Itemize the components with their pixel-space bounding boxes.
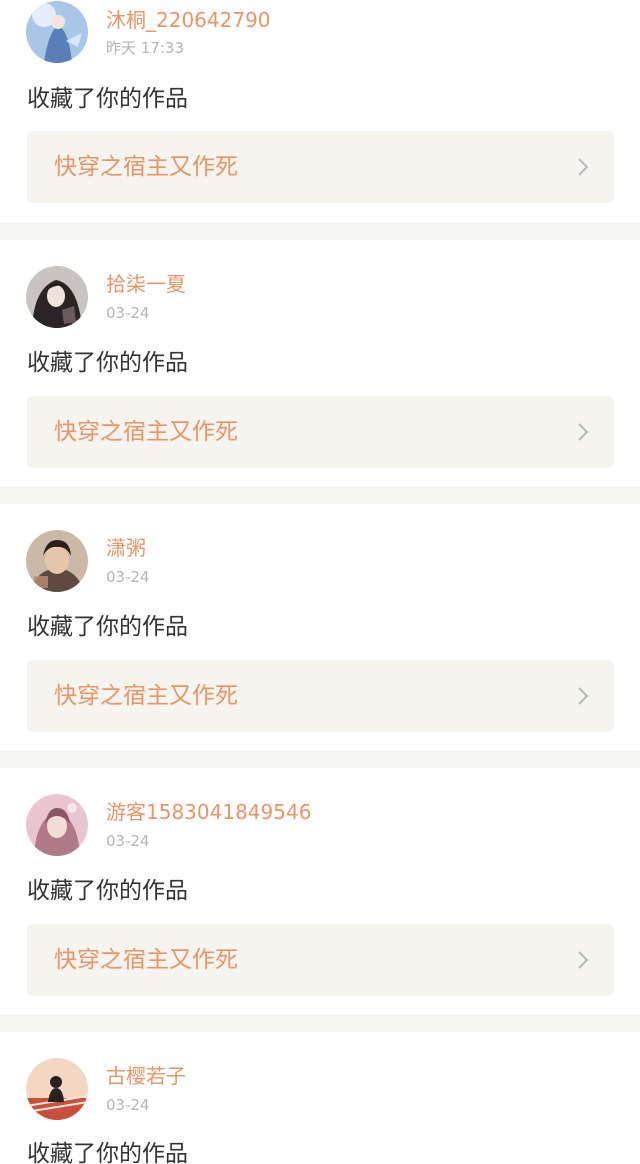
timestamp: 03-24 — [106, 832, 150, 850]
chevron-right-icon — [576, 157, 590, 177]
chevron-right-icon — [576, 422, 590, 442]
notification-card: 拾柒一夏 03-24 收藏了你的作品 快穿之宿主又作死 — [0, 240, 640, 486]
timestamp: 03-24 — [106, 568, 150, 586]
username[interactable]: 游客1583041849546 — [106, 800, 311, 824]
work-title: 快穿之宿主又作死 — [54, 683, 238, 709]
work-title: 快穿之宿主又作死 — [54, 419, 238, 445]
avatar-pink-portrait-icon[interactable] — [26, 794, 88, 856]
notification-card: 潇粥 03-24 收藏了你的作品 快穿之宿主又作死 — [0, 504, 640, 750]
work-link[interactable]: 快穿之宿主又作死 — [27, 131, 614, 203]
action-text: 收藏了你的作品 — [27, 878, 188, 904]
timestamp: 昨天 17:33 — [106, 39, 184, 57]
avatar-silhouette-scene-icon[interactable] — [26, 1058, 88, 1120]
chevron-right-icon — [576, 950, 590, 970]
username[interactable]: 拾柒一夏 — [106, 272, 186, 296]
work-link[interactable]: 快穿之宿主又作死 — [27, 396, 614, 468]
chevron-right-icon — [576, 686, 590, 706]
timestamp: 03-24 — [106, 1096, 150, 1114]
work-link[interactable]: 快穿之宿主又作死 — [27, 924, 614, 996]
username[interactable]: 沐桐_220642790 — [106, 8, 271, 32]
notification-card: 沐桐_220642790 昨天 17:33 收藏了你的作品 快穿之宿主又作死 — [0, 0, 640, 222]
username[interactable]: 古樱若子 — [106, 1064, 186, 1088]
action-text: 收藏了你的作品 — [27, 350, 188, 376]
notification-card: 游客1583041849546 03-24 收藏了你的作品 快穿之宿主又作死 — [0, 768, 640, 1014]
action-text: 收藏了你的作品 — [27, 614, 188, 640]
timestamp: 03-24 — [106, 304, 150, 322]
avatar-boy-photo-icon[interactable] — [26, 530, 88, 592]
action-text: 收藏了你的作品 — [27, 86, 188, 112]
username[interactable]: 潇粥 — [106, 536, 146, 560]
avatar-anime-figure-icon[interactable] — [26, 1, 88, 63]
work-title: 快穿之宿主又作死 — [54, 154, 238, 180]
work-title: 快穿之宿主又作死 — [54, 947, 238, 973]
notification-card: 古樱若子 03-24 收藏了你的作品 — [0, 1032, 640, 1164]
action-text: 收藏了你的作品 — [27, 1141, 188, 1164]
avatar-dark-portrait-icon[interactable] — [26, 266, 88, 328]
work-link[interactable]: 快穿之宿主又作死 — [27, 660, 614, 732]
notification-feed: 沐桐_220642790 昨天 17:33 收藏了你的作品 快穿之宿主又作死 拾… — [0, 0, 640, 1164]
